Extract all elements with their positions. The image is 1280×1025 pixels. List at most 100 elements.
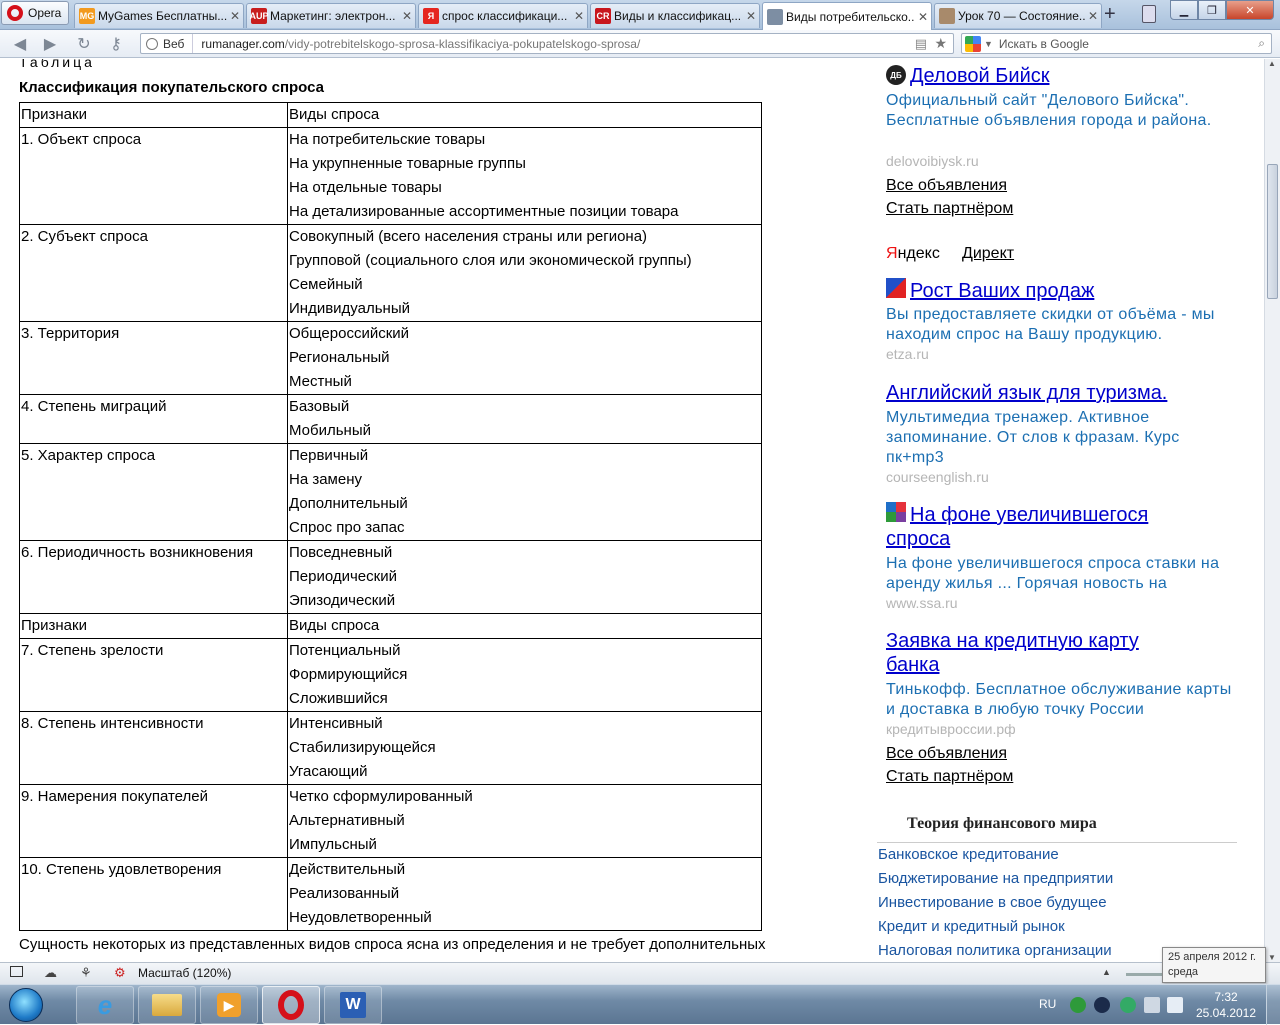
scroll-down-icon[interactable]: ▼ (1268, 953, 1276, 962)
maximize-icon[interactable]: ❐ (1198, 0, 1226, 20)
theory-link[interactable]: Налоговая политика организации (878, 942, 1112, 959)
search-input[interactable]: ▼ Искать в Google ⌕ (961, 33, 1272, 54)
ad-domain[interactable]: etza.ru (886, 346, 929, 362)
tab-lesson-70[interactable]: Урок 70 — Состояние... ✕ (934, 3, 1102, 28)
tab-classification[interactable]: CR Виды и классификац... ✕ (590, 3, 760, 28)
demand-type: Виды спроса (289, 617, 380, 634)
ad-title-english-tourism[interactable]: Английский язык для туризма. (886, 381, 1167, 405)
clock-date[interactable]: 25.04.2012 (1195, 1006, 1257, 1020)
ad-domain[interactable]: www.ssa.ru (886, 595, 958, 611)
tab-title: Виды потребительско... (786, 9, 915, 24)
tooltip-date: 25 апреля 2012 г. (1168, 951, 1256, 963)
magnifier-icon[interactable]: ⌕ (1258, 36, 1265, 51)
ad-domain[interactable]: delovoibiysk.ru (886, 153, 979, 169)
zoom-icon[interactable]: ⚙ (114, 965, 126, 981)
close-tab-icon[interactable]: ✕ (399, 9, 415, 23)
tray-status-icon[interactable] (1070, 997, 1086, 1013)
ad-title-delovoi-biysk[interactable]: Деловой Бийск (910, 64, 1050, 88)
zoom-dropdown-icon[interactable]: ▲ (1102, 967, 1111, 977)
close-tab-icon[interactable]: ✕ (915, 10, 931, 24)
close-window-icon[interactable]: ✕ (1226, 0, 1274, 20)
back-icon[interactable]: ◀ (10, 34, 30, 54)
demand-type: Повседневный (289, 544, 393, 561)
tab-marketing[interactable]: AUP Маркетинг: электрон... ✕ (246, 3, 416, 28)
table-row: Признаки Виды спроса (19, 613, 762, 639)
taskbar-word[interactable]: W (324, 986, 382, 1024)
ad-title-credit-card[interactable]: Заявка на кредитную карту (886, 629, 1139, 653)
theory-link[interactable]: Инвестирование в свое будущее (878, 894, 1107, 911)
minimize-icon[interactable]: ▁ (1170, 0, 1198, 20)
scroll-up-icon[interactable]: ▲ (1268, 59, 1276, 68)
volume-icon[interactable] (1167, 997, 1183, 1013)
taskbar-media-player[interactable]: ▶ (200, 986, 258, 1024)
criterion-cell: 5. Характер спроса (19, 443, 288, 541)
url-host: rumanager.com (201, 36, 285, 51)
taskbar-opera[interactable] (262, 986, 320, 1024)
ad-title-demand-growth[interactable]: На фоне увеличившегося (910, 503, 1148, 527)
yandex-logo[interactable]: Яндекс (886, 245, 940, 263)
reload-icon[interactable]: ↻ (74, 34, 94, 54)
forward-icon[interactable]: ▶ (40, 34, 60, 54)
ad-domain[interactable]: courseenglish.ru (886, 469, 989, 485)
opera-menu-button[interactable]: Opera (1, 1, 69, 25)
criterion-label: 4. Степень миграций (21, 398, 167, 415)
unite-cloud-icon[interactable]: ☁ (44, 965, 57, 981)
theory-link[interactable]: Кредит и кредитный рынок (878, 918, 1065, 935)
ad-title-sales-growth[interactable]: Рост Ваших продаж (910, 279, 1094, 303)
close-tab-icon[interactable]: ✕ (571, 9, 587, 23)
new-tab-icon[interactable]: + (1104, 3, 1116, 25)
close-tab-icon[interactable]: ✕ (227, 9, 243, 23)
web-page: Таблица Классификация покупательского сп… (0, 59, 1264, 962)
taskbar-explorer[interactable] (138, 986, 196, 1024)
demand-type: Периодический (289, 568, 397, 585)
trash-icon[interactable] (1142, 5, 1156, 23)
table-row: 2. Субъект спроса Совокупный (всего насел… (19, 224, 762, 322)
url-scope[interactable]: Веб (141, 34, 194, 53)
vertical-scrollbar[interactable]: ▲ ▼ (1264, 59, 1280, 962)
direct-link[interactable]: Директ (962, 245, 1014, 263)
ad-title-credit-card-line2[interactable]: банка (886, 653, 939, 677)
clock-time[interactable]: 7:32 (1200, 990, 1252, 1004)
language-indicator[interactable]: RU (1039, 997, 1056, 1011)
demand-type: Интенсивный (289, 715, 383, 732)
tray-display-icon[interactable] (1144, 997, 1160, 1013)
address-field[interactable]: Веб rumanager.com/vidy-potrebitelskogo-s… (140, 33, 954, 54)
tab-active-consumer-demand[interactable]: Виды потребительско... ✕ (762, 2, 932, 30)
become-partner-link[interactable]: Стать партнёром (886, 200, 1013, 218)
criterion-cell: 1. Объект спроса (19, 127, 288, 225)
ad-domain[interactable]: кредитывроссии.рф (886, 721, 1016, 737)
criterion-cell: 2. Субъект спроса (19, 224, 288, 322)
tab-yandex-search[interactable]: Я спрос классификаци... ✕ (418, 3, 588, 28)
scroll-thumb[interactable] (1267, 164, 1278, 299)
demand-type: Сложившийся (289, 690, 388, 707)
key-icon[interactable]: ⚷ (106, 34, 126, 54)
table-row: 1. Объект спроса На потребительские товар… (19, 127, 762, 225)
all-ads-link[interactable]: Все объявления (886, 745, 1007, 763)
close-tab-icon[interactable]: ✕ (1085, 9, 1101, 23)
bookmark-star-icon[interactable]: ★ (934, 35, 947, 52)
panel-toggle-icon[interactable] (10, 966, 23, 977)
demand-types-cell: Общероссийский Региональный Местный (287, 321, 762, 395)
zoom-label[interactable]: Масштаб (120%) (138, 966, 231, 980)
search-engine-dropdown-icon[interactable]: ▼ (984, 39, 993, 49)
taskbar-ie[interactable]: e (76, 986, 134, 1024)
theory-link[interactable]: Бюджетирование на предприятии (878, 870, 1113, 887)
close-tab-icon[interactable]: ✕ (743, 9, 759, 23)
become-partner-link[interactable]: Стать партнёром (886, 768, 1013, 786)
aup-favicon-icon: AUP (250, 8, 269, 24)
demand-type: На замену (289, 471, 363, 488)
turbo-icon[interactable]: ⚘ (80, 965, 92, 981)
all-ads-link[interactable]: Все объявления (886, 177, 1007, 195)
criterion-label: 6. Периодичность возникновения (21, 544, 254, 561)
ad-title-demand-growth-line2[interactable]: спроса (886, 527, 950, 551)
start-button[interactable] (2, 985, 50, 1025)
rss-icon[interactable]: ▤ (915, 36, 927, 52)
tab-mygames[interactable]: MG MyGames Бесплатны... ✕ (74, 3, 244, 28)
table-row: 4. Степень миграций Базовый Мобильный (19, 394, 762, 444)
tray-network-icon[interactable] (1094, 997, 1110, 1013)
show-desktop-button[interactable] (1266, 985, 1280, 1025)
tray-security-icon[interactable] (1120, 997, 1136, 1013)
tooltip-weekday: среда (1168, 966, 1199, 978)
criterion-label: Признаки (21, 617, 87, 634)
theory-link[interactable]: Банковское кредитование (878, 846, 1059, 863)
